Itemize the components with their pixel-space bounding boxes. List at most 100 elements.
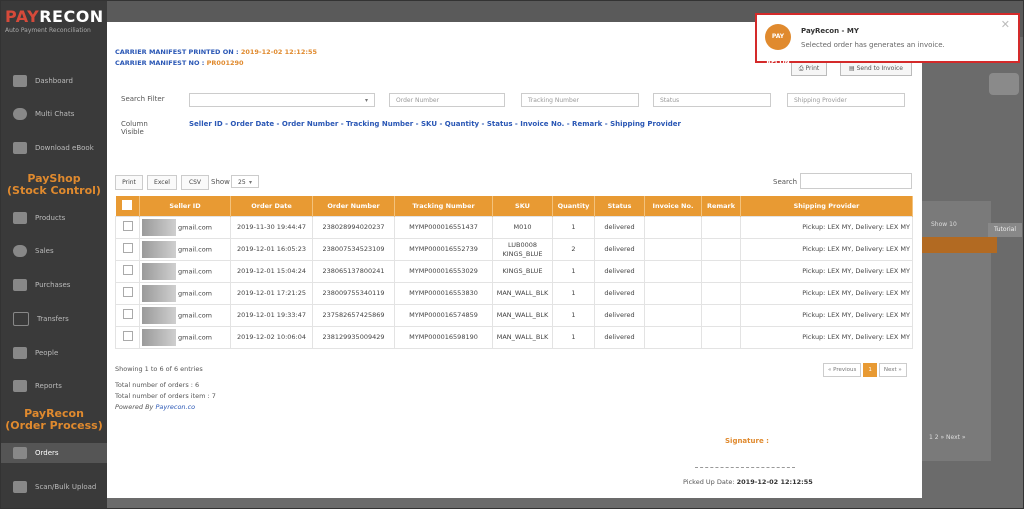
shipping-provider-cell: Pickup: LEX MY, Delivery: LEX MY <box>740 216 913 239</box>
star-icon <box>13 279 27 291</box>
status-cell: delivered <box>594 216 645 239</box>
page-size-select[interactable]: 25 ▾ <box>231 175 259 188</box>
sku-cell: MAN_WALL_BLK <box>492 326 553 349</box>
sidebar-item-reports[interactable]: Reports <box>1 376 107 396</box>
app-frame: PAYRECON Auto Payment Reconciliation Das… <box>0 0 1024 509</box>
sidebar-item-dashboard[interactable]: Dashboard <box>1 71 107 91</box>
row-checkbox[interactable] <box>115 216 140 239</box>
chat-icon <box>13 108 27 120</box>
people-icon <box>13 347 27 359</box>
column-visibility-links[interactable]: Seller ID - Order Date - Order Number - … <box>189 120 681 128</box>
row-checkbox[interactable] <box>115 282 140 305</box>
order-number-cell: 238009755340119 <box>312 282 395 305</box>
select-all-checkbox[interactable] <box>115 196 140 217</box>
column-visible-label: Column Visible <box>121 120 148 136</box>
quantity-cell: 1 <box>552 326 595 349</box>
sidebar-item-purchases[interactable]: Purchases <box>1 275 107 295</box>
column-header-seller-id[interactable]: Seller ID <box>139 196 231 217</box>
table-row: gmail.com 2019-11-30 19:44:47 2380289940… <box>115 216 913 239</box>
next-page-button[interactable]: Next » <box>878 363 907 377</box>
sidebar-item-download-ebook[interactable]: Download eBook <box>1 138 107 158</box>
order-date-cell: 2019-12-01 15:04:24 <box>230 260 313 283</box>
order-date-cell: 2019-12-01 17:21:25 <box>230 282 313 305</box>
sidebar-item-label: Products <box>35 214 66 222</box>
sku-cell: LUB0008 KINGS_BLUE <box>492 238 553 261</box>
sidebar-item-people[interactable]: People <box>1 343 107 363</box>
column-header-order-number[interactable]: Order Number <box>312 196 395 217</box>
tracking-number-cell: MYMP000016552739 <box>394 238 493 261</box>
section-title-payrecon: PayRecon (Order Process) <box>5 407 103 432</box>
send-to-invoice-button[interactable]: ▤ Send to Invoice <box>840 62 912 76</box>
sidebar-item-label: Download eBook <box>35 144 94 152</box>
tracking-number-input[interactable]: Tracking Number <box>521 93 639 107</box>
order-date-cell: 2019-11-30 19:44:47 <box>230 216 313 239</box>
row-checkbox[interactable] <box>115 304 140 327</box>
sidebar-item-multi-chats[interactable]: Multi Chats <box>1 104 107 124</box>
seller-cell: gmail.com <box>139 304 231 327</box>
entries-info: Showing 1 to 6 of 6 entries <box>115 365 203 373</box>
page-1-button[interactable]: 1 <box>863 363 877 377</box>
orders-icon <box>13 447 27 459</box>
quantity-cell: 2 <box>552 238 595 261</box>
remark-cell <box>701 238 741 261</box>
order-number-cell: 238129935009429 <box>312 326 395 349</box>
redacted-avatar <box>142 219 176 236</box>
column-header-invoice-no[interactable]: Invoice No. <box>644 196 702 217</box>
close-icon[interactable]: ✕ <box>1001 18 1010 31</box>
star-outline-icon <box>13 312 29 326</box>
chevron-down-icon: ▾ <box>364 97 368 104</box>
filter-select[interactable]: ▾ <box>189 93 375 107</box>
export-csv-button[interactable]: CSV <box>181 175 209 190</box>
row-checkbox[interactable] <box>115 326 140 349</box>
tracking-number-cell: MYMP000016574859 <box>394 304 493 327</box>
redacted-avatar <box>142 285 176 302</box>
sidebar-item-sales[interactable]: Sales <box>1 241 107 261</box>
status-input[interactable]: Status <box>653 93 771 107</box>
sidebar-item-label: Sales <box>35 247 54 255</box>
table-row: gmail.com 2019-12-01 17:21:25 2380097553… <box>115 282 913 305</box>
order-number-cell: 238028994020237 <box>312 216 395 239</box>
background-show-select: Show 10 <box>931 221 957 228</box>
row-checkbox[interactable] <box>115 260 140 283</box>
previous-page-button[interactable]: « Previous <box>823 363 862 377</box>
column-header-tracking-number[interactable]: Tracking Number <box>394 196 493 217</box>
sidebar-item-orders[interactable]: Orders <box>1 443 107 463</box>
quantity-cell: 1 <box>552 216 595 239</box>
powered-by: Powered By Payrecon.co <box>115 403 196 411</box>
column-header-shipping-provider[interactable]: Shipping Provider <box>740 196 913 217</box>
sku-cell: M010 <box>492 216 553 239</box>
print-button[interactable]: ⎙ Print <box>791 62 827 76</box>
brand-tagline: Auto Payment Reconciliation <box>5 27 91 34</box>
search-input[interactable] <box>800 173 912 189</box>
sidebar-item-transfers[interactable]: Transfers <box>1 309 107 329</box>
payrecon-link[interactable]: Payrecon.co <box>155 403 195 411</box>
column-header-remark[interactable]: Remark <box>701 196 741 217</box>
sidebar-item-scan-bulk-upload[interactable]: Scan/Bulk Upload <box>1 477 107 497</box>
shipping-provider-input[interactable]: Shipping Provider <box>787 93 905 107</box>
order-number-input[interactable]: Order Number <box>389 93 505 107</box>
shipping-provider-cell: Pickup: LEX MY, Delivery: LEX MY <box>740 260 913 283</box>
column-header-quantity[interactable]: Quantity <box>552 196 595 217</box>
table-row: gmail.com 2019-12-01 16:05:23 2380075345… <box>115 238 913 261</box>
shipping-provider-cell: Pickup: LEX MY, Delivery: LEX MY <box>740 282 913 305</box>
column-header-order-date[interactable]: Order Date <box>230 196 313 217</box>
tracking-number-cell: MYMP000016598190 <box>394 326 493 349</box>
background-pager: 1 2 » Next » <box>929 434 966 441</box>
row-checkbox[interactable] <box>115 238 140 261</box>
sidebar-item-products[interactable]: Products <box>1 208 107 228</box>
export-excel-button[interactable]: Excel <box>147 175 177 190</box>
brand-logo[interactable]: PAYRECON Auto Payment Reconciliation <box>5 7 103 41</box>
table-row: gmail.com 2019-12-01 15:04:24 2380651378… <box>115 260 913 283</box>
column-header-sku[interactable]: SKU <box>492 196 553 217</box>
status-cell: delivered <box>594 304 645 327</box>
dashboard-icon <box>13 75 27 87</box>
column-header-status[interactable]: Status <box>594 196 645 217</box>
invoice-cell <box>644 260 702 283</box>
tutorial-button[interactable]: Tutorial <box>988 223 1022 237</box>
background-table-header <box>921 237 997 253</box>
sidebar-item-label: Dashboard <box>35 77 73 85</box>
sku-cell: MAN_WALL_BLK <box>492 282 553 305</box>
export-print-button[interactable]: Print <box>115 175 143 190</box>
total-order-items: Total number of orders item : 7 <box>115 392 216 400</box>
chat-bubble-icon[interactable] <box>989 73 1019 95</box>
